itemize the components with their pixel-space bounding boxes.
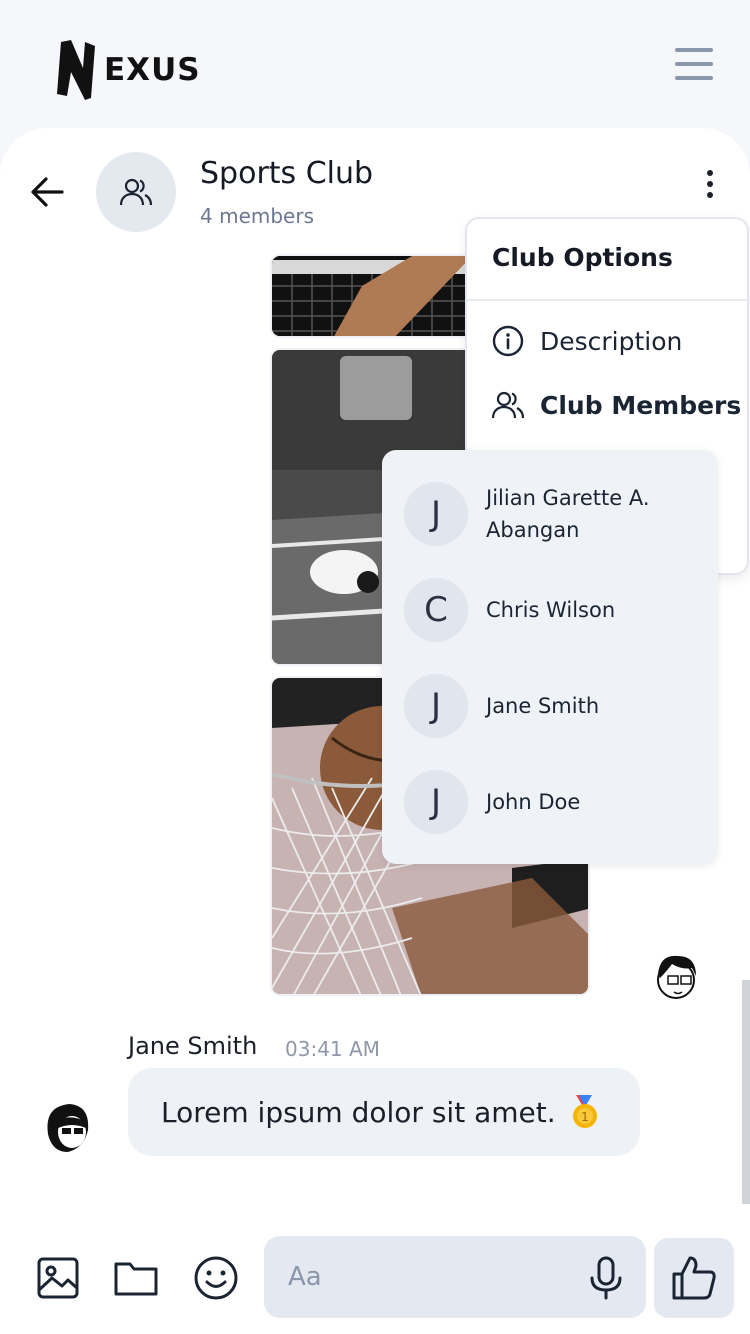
member-item[interactable]: C Chris Wilson bbox=[404, 577, 704, 643]
message-text: Lorem ipsum dolor sit amet. bbox=[161, 1095, 556, 1129]
member-avatar: J bbox=[404, 674, 468, 738]
back-arrow-icon[interactable] bbox=[28, 172, 68, 212]
chat-title: Sports Club bbox=[200, 156, 374, 191]
message-sender-name: Jane Smith bbox=[128, 1032, 258, 1060]
app-logo-text: EXUS bbox=[104, 52, 201, 88]
menu-divider bbox=[467, 299, 747, 301]
like-button[interactable] bbox=[654, 1238, 734, 1318]
other-user-avatar bbox=[47, 1104, 89, 1152]
image-icon[interactable] bbox=[34, 1254, 82, 1302]
chat-member-count: 4 members bbox=[200, 204, 314, 228]
more-options-icon[interactable] bbox=[698, 170, 722, 206]
thumbs-up-icon bbox=[672, 1256, 716, 1300]
club-avatar bbox=[96, 152, 176, 232]
svg-text:1: 1 bbox=[581, 1110, 589, 1124]
member-avatar: C bbox=[404, 578, 468, 642]
users-icon bbox=[119, 178, 153, 206]
member-item[interactable]: J Jilian Garette A. Abangan bbox=[404, 481, 704, 547]
member-avatar: J bbox=[404, 482, 468, 546]
microphone-icon[interactable] bbox=[588, 1256, 624, 1300]
menu-item-club-members[interactable]: Club Members bbox=[491, 385, 741, 425]
member-avatar: J bbox=[404, 770, 468, 834]
menu-item-description[interactable]: Description bbox=[491, 321, 682, 361]
menu-item-label: Description bbox=[540, 326, 683, 356]
message-timestamp: 03:41 AM bbox=[285, 1037, 380, 1061]
menu-item-label: Club Members bbox=[540, 390, 742, 420]
member-name: John Doe bbox=[486, 790, 581, 814]
message-bubble[interactable]: Lorem ipsum dolor sit amet. 1 bbox=[128, 1068, 640, 1156]
club-members-list: J Jilian Garette A. Abangan C Chris Wils… bbox=[382, 450, 718, 864]
hamburger-menu-icon[interactable] bbox=[675, 48, 713, 80]
users-icon bbox=[491, 391, 525, 419]
member-name: Jane Smith bbox=[486, 694, 600, 718]
member-item[interactable]: J Jane Smith bbox=[404, 673, 704, 739]
scrollbar[interactable] bbox=[742, 980, 750, 1204]
member-name: Chris Wilson bbox=[486, 598, 616, 622]
top-bar: EXUS bbox=[0, 0, 750, 130]
sender-avatar bbox=[657, 955, 696, 999]
club-options-title: Club Options bbox=[492, 243, 673, 272]
emoji-icon[interactable] bbox=[192, 1254, 240, 1302]
member-name: Jilian Garette A. Abangan bbox=[486, 486, 650, 542]
info-icon bbox=[492, 325, 524, 357]
logo-icon bbox=[57, 40, 95, 100]
folder-icon[interactable] bbox=[112, 1254, 160, 1302]
member-item[interactable]: J John Doe bbox=[404, 769, 704, 835]
medal-emoji-icon: 1 bbox=[572, 1095, 597, 1128]
